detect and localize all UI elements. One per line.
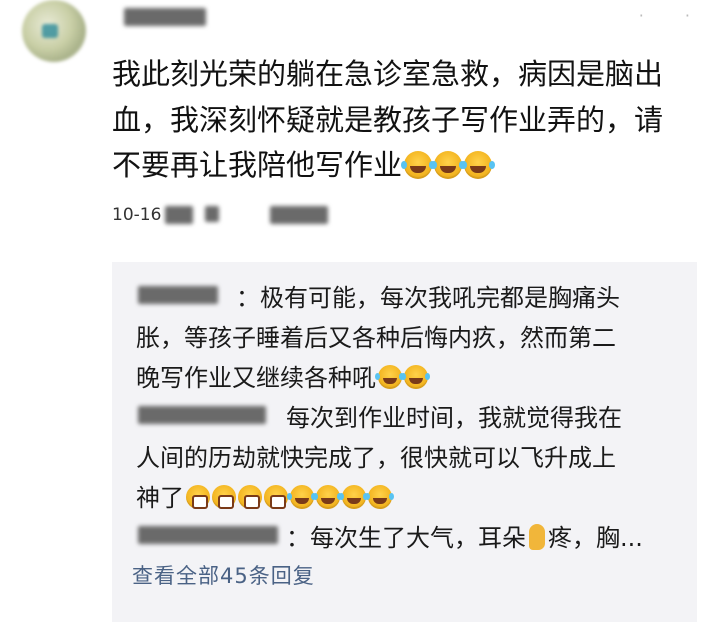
redacted-meta xyxy=(165,206,193,224)
reply-3: ：每次生了大气，耳朵 疼，胸... xyxy=(136,518,676,558)
grinning-teeth-emoji-icon xyxy=(264,485,288,509)
reply-2-line-2: 人间的历劫就快完成了，很快就可以飞升成上 xyxy=(136,444,616,472)
reply-1-line-2: 胀，等孩子睡着后又各种后悔内疚，然而第二 xyxy=(136,324,616,352)
reply-3-line-1: ：每次生了大气，耳朵 疼，胸... xyxy=(286,524,643,552)
comment-line-1: 我此刻光荣的躺在急诊室急救，病因是脑出 xyxy=(112,57,664,91)
username-redacted[interactable] xyxy=(124,8,206,26)
laughing-tears-emoji-icon xyxy=(313,485,340,509)
laughing-tears-emoji-icon xyxy=(461,151,493,179)
laughing-tears-emoji-icon xyxy=(431,151,463,179)
comment-date: 10-16 xyxy=(112,205,162,225)
grinning-teeth-emoji-icon xyxy=(238,485,262,509)
reply-1-line-1: ：极有可能，每次我吼完都是胸痛头 xyxy=(236,284,620,312)
laughing-tears-emoji-icon xyxy=(401,365,428,389)
laughing-tears-emoji-icon xyxy=(365,485,392,509)
redacted-meta xyxy=(205,206,219,222)
reply-1: ：极有可能，每次我吼完都是胸痛头 胀，等孩子睡着后又各种后悔内疚，然而第二 晚写… xyxy=(136,278,676,398)
reply-2: 每次到作业时间，我就觉得我在 人间的历劫就快完成了，很快就可以飞升成上 神了 xyxy=(136,398,676,518)
reply-button-redacted[interactable] xyxy=(270,206,328,224)
reply-2-line-3: 神了 xyxy=(136,478,676,518)
laughing-tears-emoji-icon xyxy=(375,365,402,389)
grinning-teeth-emoji-icon xyxy=(186,485,210,509)
replies-panel: ：极有可能，每次我吼完都是胸痛头 胀，等孩子睡着后又各种后悔内疚，然而第二 晚写… xyxy=(112,262,697,622)
laughing-tears-emoji-icon xyxy=(401,151,433,179)
grinning-teeth-emoji-icon xyxy=(212,485,236,509)
view-all-replies-link[interactable]: 查看全部45条回复 xyxy=(132,560,315,590)
commenter-avatar[interactable] xyxy=(22,0,86,62)
reply-1-line-3: 晚写作业又继续各种吼 xyxy=(136,358,676,398)
laughing-tears-emoji-icon xyxy=(287,485,314,509)
comment-text: 我此刻光荣的躺在急诊室急救，病因是脑出 血，我深刻怀疑就是教孩子写作业弄的，请 … xyxy=(112,52,692,189)
more-options-icon[interactable]: · · xyxy=(639,6,708,25)
comment-line-3: 不要再让我陪他写作业 xyxy=(112,143,692,189)
reply-2-line-1: 每次到作业时间，我就觉得我在 xyxy=(286,404,622,432)
comment-line-2: 血，我深刻怀疑就是教孩子写作业弄的，请 xyxy=(112,102,664,137)
ear-icon xyxy=(529,524,545,550)
laughing-tears-emoji-icon xyxy=(339,485,366,509)
